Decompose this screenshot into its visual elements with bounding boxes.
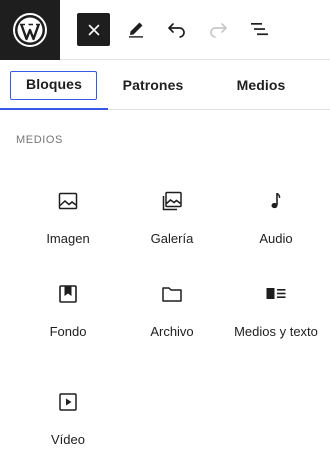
block-video-label: Vídeo	[51, 432, 85, 447]
redo-button[interactable]	[201, 12, 235, 46]
close-inserter-button[interactable]	[77, 13, 110, 46]
tab-media[interactable]: Medios	[216, 60, 306, 110]
folder-icon	[162, 287, 182, 302]
pencil-icon	[129, 22, 143, 38]
block-image-label: Imagen	[46, 231, 90, 246]
block-file-label: Archivo	[150, 324, 194, 339]
block-audio-label: Audio	[259, 231, 293, 246]
block-gallery[interactable]: Galería	[120, 188, 224, 246]
image-icon	[58, 192, 78, 210]
block-file[interactable]: Archivo	[120, 281, 224, 339]
document-overview-button[interactable]	[243, 12, 277, 46]
tab-patterns-label: Patrones	[122, 77, 184, 93]
inserter-tabs: Bloques Patrones Medios	[0, 60, 330, 110]
cover-icon	[59, 285, 77, 303]
list-view-icon	[251, 23, 268, 36]
tools-button[interactable]	[119, 12, 153, 46]
block-media-text[interactable]: Medios y texto	[224, 281, 328, 339]
section-title: MEDIOS	[16, 134, 63, 146]
block-cover-label: Fondo	[49, 324, 87, 339]
music-note-icon	[271, 192, 281, 209]
tab-blocks[interactable]: Bloques	[0, 60, 108, 110]
tab-patterns[interactable]: Patrones	[108, 60, 198, 110]
block-image[interactable]: Imagen	[16, 188, 120, 246]
block-cover[interactable]: Fondo	[16, 281, 120, 339]
block-audio[interactable]: Audio	[224, 188, 328, 246]
undo-icon	[168, 23, 185, 38]
wordpress-logo-button[interactable]	[0, 0, 60, 60]
media-text-icon	[266, 288, 286, 299]
block-media-text-label: Medios y texto	[234, 324, 318, 339]
editor-toolbar	[0, 0, 330, 60]
undo-button[interactable]	[160, 12, 194, 46]
video-icon	[59, 393, 77, 411]
tab-blocks-label: Bloques	[26, 76, 82, 92]
gallery-icon	[162, 191, 182, 211]
wordpress-logo-icon	[13, 13, 47, 47]
block-gallery-label: Galería	[150, 231, 194, 246]
close-icon	[88, 24, 99, 35]
tab-media-label: Medios	[236, 77, 286, 93]
block-video[interactable]: Vídeo	[16, 389, 120, 447]
redo-icon	[210, 23, 227, 38]
